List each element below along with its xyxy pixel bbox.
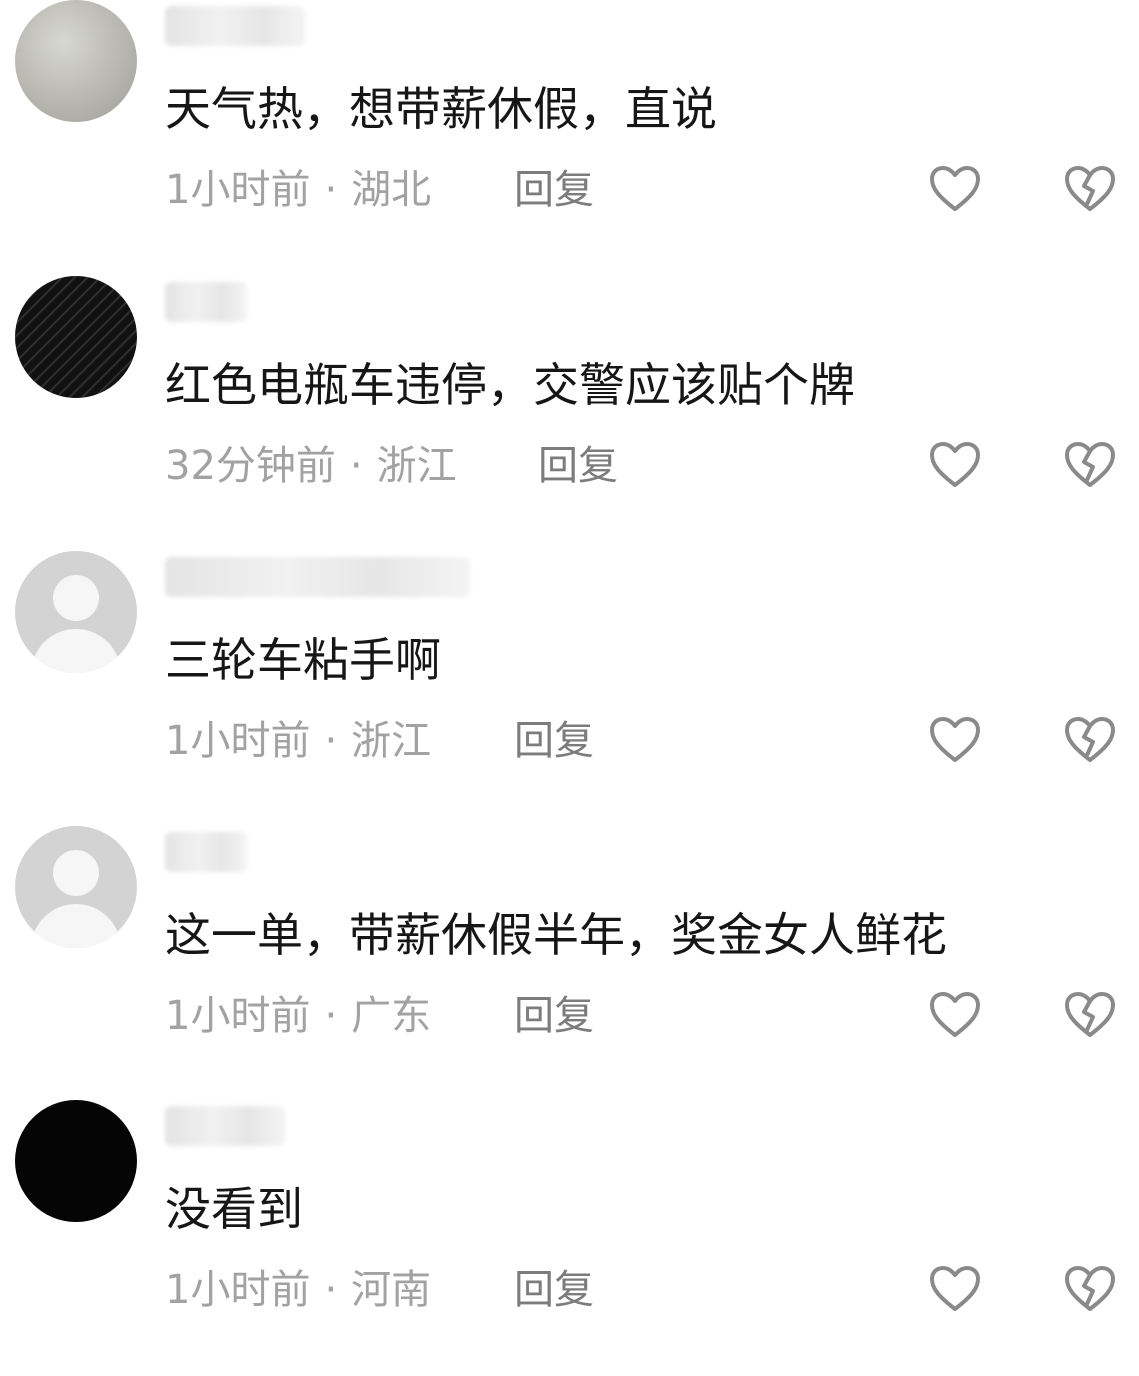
comment-location: 河南 bbox=[351, 1267, 432, 1313]
comment-time: 1小时前 bbox=[165, 718, 311, 764]
username-blurred[interactable] bbox=[165, 832, 247, 872]
broken-heart-icon[interactable] bbox=[1063, 164, 1117, 214]
avatar[interactable] bbox=[15, 826, 137, 948]
avatar[interactable] bbox=[15, 551, 137, 673]
meta-separator: · bbox=[324, 167, 338, 213]
broken-heart-icon[interactable] bbox=[1063, 715, 1117, 765]
username-blurred[interactable] bbox=[165, 557, 470, 597]
comment-meta: 32分钟前 · 浙江 bbox=[165, 442, 457, 490]
comment-location: 湖北 bbox=[351, 167, 432, 213]
reply-button[interactable]: 回复 bbox=[538, 442, 618, 490]
meta-separator: · bbox=[324, 1267, 338, 1313]
broken-heart-icon[interactable] bbox=[1063, 1264, 1117, 1314]
avatar[interactable] bbox=[15, 1100, 137, 1222]
comment-text: 三轮车粘手啊 bbox=[165, 633, 441, 687]
comment-text: 没看到 bbox=[165, 1182, 303, 1236]
comment-location: 广东 bbox=[351, 993, 432, 1039]
comment-location: 浙江 bbox=[351, 718, 432, 764]
username-blurred[interactable] bbox=[165, 6, 305, 46]
meta-separator: · bbox=[324, 993, 338, 1039]
heart-outline-icon[interactable] bbox=[928, 990, 982, 1040]
comment-time: 32分钟前 bbox=[165, 443, 336, 489]
comment-text: 这一单，带薪休假半年，奖金女人鲜花 bbox=[165, 908, 947, 962]
avatar[interactable] bbox=[15, 0, 137, 122]
heart-outline-icon[interactable] bbox=[928, 440, 982, 490]
broken-heart-icon[interactable] bbox=[1063, 990, 1117, 1040]
heart-outline-icon[interactable] bbox=[928, 164, 982, 214]
reply-button[interactable]: 回复 bbox=[514, 717, 594, 765]
default-avatar-body bbox=[31, 904, 121, 948]
comment-meta: 1小时前 · 河南 bbox=[165, 1266, 431, 1314]
comment-text: 红色电瓶车违停，交警应该贴个牌 bbox=[165, 358, 855, 412]
comment-item: 红色电瓶车违停，交警应该贴个牌 32分钟前 · 浙江 回复 bbox=[0, 276, 1139, 552]
reply-button[interactable]: 回复 bbox=[514, 166, 594, 214]
default-avatar-head bbox=[53, 575, 99, 621]
heart-outline-icon[interactable] bbox=[928, 715, 982, 765]
username-blurred[interactable] bbox=[165, 282, 247, 322]
heart-outline-icon[interactable] bbox=[928, 1264, 982, 1314]
comment-text: 天气热，想带薪休假，直说 bbox=[165, 82, 717, 136]
comment-time: 1小时前 bbox=[165, 993, 311, 1039]
meta-separator: · bbox=[349, 443, 363, 489]
comment-meta: 1小时前 · 浙江 bbox=[165, 717, 431, 765]
comment-time: 1小时前 bbox=[165, 167, 311, 213]
comment-meta: 1小时前 · 湖北 bbox=[165, 166, 431, 214]
avatar[interactable] bbox=[15, 276, 137, 398]
comment-item: 天气热，想带薪休假，直说 1小时前 · 湖北 回复 bbox=[0, 0, 1139, 276]
comment-item: 这一单，带薪休假半年，奖金女人鲜花 1小时前 · 广东 回复 bbox=[0, 826, 1139, 1102]
default-avatar-body bbox=[31, 629, 121, 673]
meta-separator: · bbox=[324, 718, 338, 764]
comment-item: 三轮车粘手啊 1小时前 · 浙江 回复 bbox=[0, 551, 1139, 827]
reply-button[interactable]: 回复 bbox=[514, 992, 594, 1040]
comment-location: 浙江 bbox=[376, 443, 457, 489]
comment-item: 没看到 1小时前 · 河南 回复 bbox=[0, 1100, 1139, 1376]
broken-heart-icon[interactable] bbox=[1063, 440, 1117, 490]
username-blurred[interactable] bbox=[165, 1106, 285, 1146]
reply-button[interactable]: 回复 bbox=[514, 1266, 594, 1314]
comment-time: 1小时前 bbox=[165, 1267, 311, 1313]
default-avatar-head bbox=[53, 850, 99, 896]
comment-meta: 1小时前 · 广东 bbox=[165, 992, 431, 1040]
